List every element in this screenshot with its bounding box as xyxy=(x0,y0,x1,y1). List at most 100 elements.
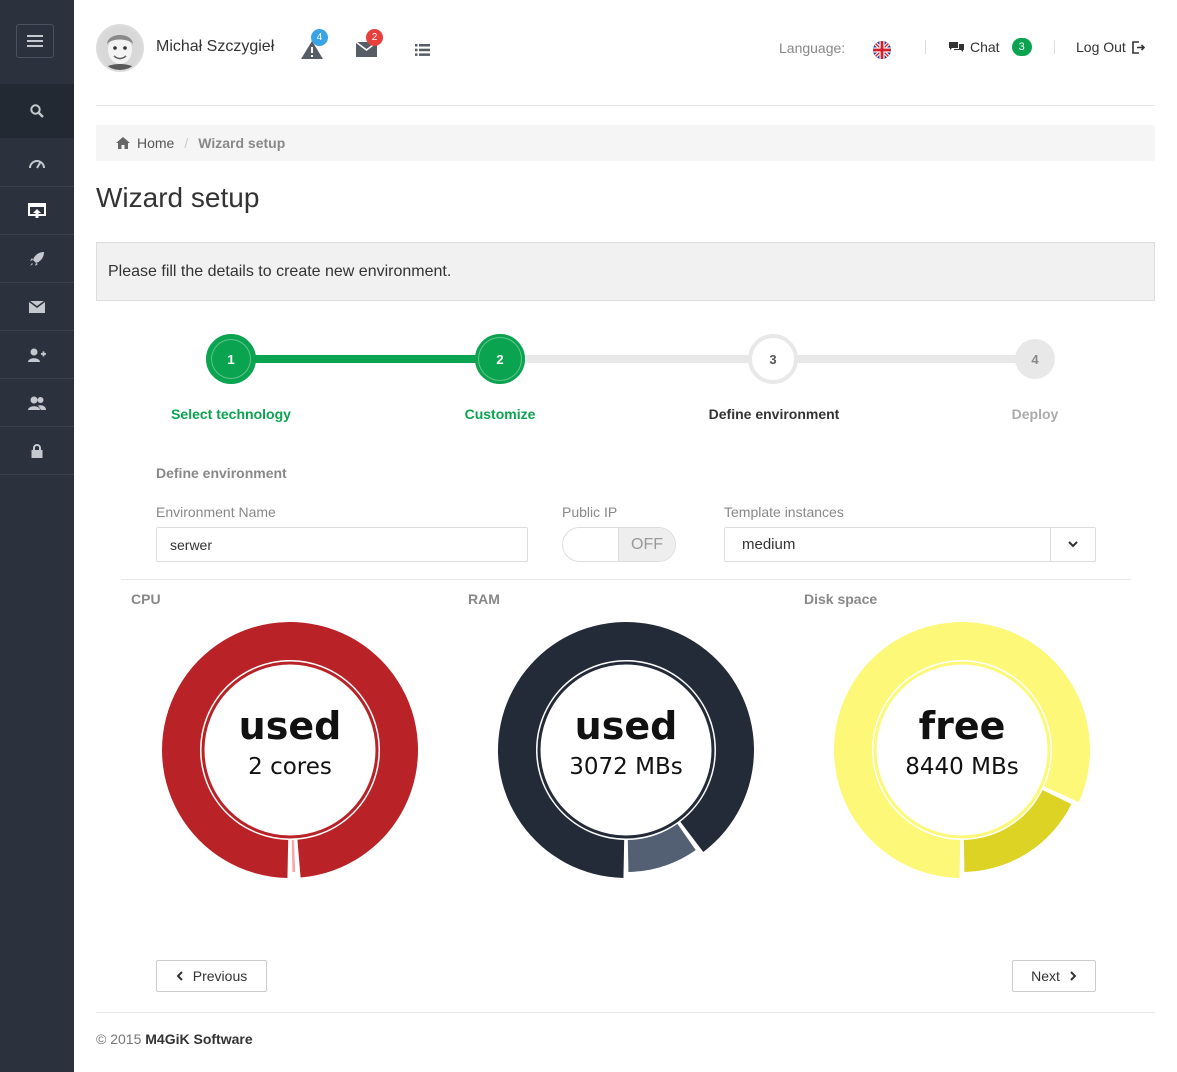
cpu-gauge: used 2 cores xyxy=(160,620,420,880)
menu-toggle-button[interactable] xyxy=(16,24,54,58)
tasks-button[interactable] xyxy=(415,43,430,61)
step-1-number: 1 xyxy=(227,351,235,367)
chevron-down-icon xyxy=(1068,541,1078,548)
step-track-complete xyxy=(231,355,500,363)
disk-label: Disk space xyxy=(804,591,878,607)
env-name-label: Environment Name xyxy=(156,504,276,520)
step-4-number: 4 xyxy=(1031,351,1039,367)
ram-gauge-value: 3072 MBs xyxy=(569,754,683,780)
uk-flag-icon xyxy=(873,41,891,59)
page-title: Wizard setup xyxy=(96,182,260,213)
previous-button[interactable]: Previous xyxy=(156,960,267,992)
toggle-state: OFF xyxy=(619,528,675,561)
form-section-title: Define environment xyxy=(156,465,287,481)
user-photo xyxy=(98,26,142,70)
sidebar-item-security[interactable] xyxy=(0,427,74,475)
disk-donut xyxy=(834,622,1090,878)
footer-copyright: © 2015 xyxy=(96,1031,142,1047)
sidebar-item-launch[interactable] xyxy=(0,235,74,283)
step-3-label: Define environment xyxy=(708,406,840,422)
ram-label: RAM xyxy=(468,591,500,607)
dashboard-icon xyxy=(29,159,45,169)
env-name-input[interactable] xyxy=(156,527,528,562)
next-label: Next xyxy=(1031,968,1060,984)
gauge-inner-ring xyxy=(873,661,1051,839)
sidebar xyxy=(0,0,74,1072)
logout-icon xyxy=(1132,40,1145,54)
sidebar-item-users[interactable] xyxy=(0,379,74,427)
user-name[interactable]: Michał Szczygieł xyxy=(156,38,274,56)
previous-label: Previous xyxy=(192,968,248,984)
sidebar-item-messages[interactable] xyxy=(0,283,74,331)
step-3-number: 3 xyxy=(769,351,777,367)
breadcrumb-home-link[interactable]: Home xyxy=(116,135,174,151)
breadcrumb-current: Wizard setup xyxy=(198,135,286,151)
public-ip-toggle[interactable]: OFF xyxy=(562,527,676,562)
rocket-icon xyxy=(30,251,44,266)
step-3-circle[interactable]: 3 xyxy=(748,334,798,384)
header-divider xyxy=(96,105,1155,106)
gauge-inner-ring xyxy=(537,661,715,839)
breadcrumb: Home / Wizard setup xyxy=(96,125,1155,161)
alerts-button[interactable]: 4 xyxy=(300,29,328,65)
sidebar-item-add-user[interactable] xyxy=(0,331,74,379)
step-4-label: Deploy xyxy=(1011,406,1059,422)
add-user-icon xyxy=(28,348,46,362)
cpu-gauge-status: used xyxy=(238,704,342,748)
lock-icon xyxy=(31,443,43,458)
chevron-right-icon xyxy=(1070,971,1077,981)
step-1-circle[interactable]: 1 xyxy=(206,334,256,384)
header-divider xyxy=(1054,40,1055,54)
sidebar-item-deploy-window[interactable] xyxy=(0,187,74,235)
chat-button[interactable]: Chat 3 xyxy=(949,38,1032,56)
info-notice: Please fill the details to create new en… xyxy=(96,242,1155,301)
cpu-donut xyxy=(161,622,418,878)
upload-window-icon xyxy=(28,202,46,218)
users-icon xyxy=(28,396,46,410)
form-divider xyxy=(121,579,1131,580)
alerts-badge: 4 xyxy=(311,29,328,46)
breadcrumb-home-label: Home xyxy=(137,135,175,151)
messages-button[interactable]: 2 xyxy=(355,29,383,62)
cpu-gauge-value: 2 cores xyxy=(248,754,332,780)
footer-divider xyxy=(96,1012,1155,1013)
ram-gauge-status: used xyxy=(574,704,678,748)
gauge-rest-segment xyxy=(291,839,296,872)
sidebar-search-button[interactable] xyxy=(0,84,74,138)
step-1-label: Select technology xyxy=(171,406,291,422)
select-toggle[interactable] xyxy=(1050,528,1095,561)
chevron-left-icon xyxy=(176,971,183,981)
chat-icon xyxy=(949,41,964,52)
footer-company: M4GiK Software xyxy=(145,1031,253,1047)
list-icon xyxy=(415,44,430,56)
next-button[interactable]: Next xyxy=(1012,960,1096,992)
logout-label: Log Out xyxy=(1076,39,1126,55)
header-divider xyxy=(925,40,926,54)
step-2-label: Customize xyxy=(464,406,536,422)
cpu-label: CPU xyxy=(131,591,161,607)
disk-gauge-value: 8440 MBs xyxy=(905,754,1019,780)
gauge-inner-ring xyxy=(201,661,379,839)
footer: © 2015 M4GiK Software xyxy=(96,1031,253,1047)
logout-button[interactable]: Log Out xyxy=(1076,39,1145,55)
language-label: Language: xyxy=(779,40,846,56)
envelope-icon xyxy=(29,300,45,313)
search-icon xyxy=(30,104,44,118)
template-value: medium xyxy=(742,536,796,553)
sidebar-item-dashboard[interactable] xyxy=(0,139,74,187)
breadcrumb-separator: / xyxy=(184,135,189,151)
disk-gauge: free 8440 MBs xyxy=(832,620,1092,880)
language-flag-button[interactable] xyxy=(873,41,891,59)
template-select[interactable]: medium xyxy=(724,527,1096,562)
template-label: Template instances xyxy=(724,504,844,520)
avatar[interactable] xyxy=(96,24,144,72)
chat-badge: 3 xyxy=(1011,38,1032,56)
step-2-number: 2 xyxy=(496,351,504,367)
disk-gauge-status: free xyxy=(918,704,1006,748)
ram-donut xyxy=(498,622,754,878)
step-2-circle[interactable]: 2 xyxy=(475,334,525,384)
ram-gauge: used 3072 MBs xyxy=(496,620,756,880)
hamburger-icon xyxy=(27,35,43,47)
chat-label: Chat xyxy=(970,39,1000,55)
step-4-circle[interactable]: 4 xyxy=(1015,339,1055,379)
